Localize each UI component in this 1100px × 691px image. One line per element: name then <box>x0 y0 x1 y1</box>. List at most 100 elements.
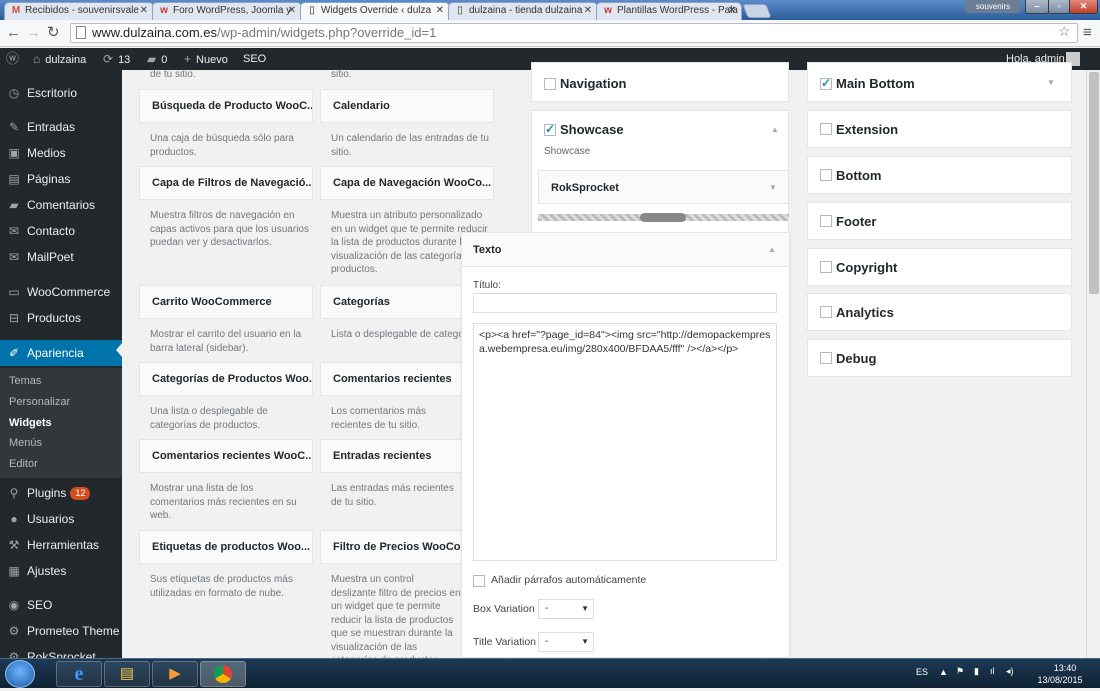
widget-comentarios-woo[interactable]: Comentarios recientes WooC... <box>139 439 313 473</box>
submenu-widgets[interactable]: Widgets <box>9 416 52 430</box>
widget-roksprocket[interactable]: RokSprocket ▼ <box>538 170 789 204</box>
volume-icon[interactable]: ◂) <box>1006 666 1014 677</box>
widget-texto-header[interactable]: Texto ▲ <box>462 233 789 267</box>
sidebar-item-plugins[interactable]: ⚲ Plugins 12 <box>0 481 122 505</box>
tab-gmail[interactable]: M Recibidos - souvenirsvale ✕ <box>4 2 154 20</box>
expand-down-icon[interactable]: ▼ <box>769 183 777 192</box>
language-indicator[interactable]: ES <box>916 667 928 678</box>
collapse-up-icon[interactable]: ▲ <box>768 245 776 254</box>
title-variation-select[interactable]: - ▼ <box>538 632 594 652</box>
sidebar-item-seo[interactable]: ◉ SEO <box>0 593 122 617</box>
widget-calendario[interactable]: Calendario <box>320 89 494 123</box>
sidebar-copyright[interactable]: Copyright <box>807 248 1072 286</box>
widget-etiquetas-productos[interactable]: Etiquetas de productos Woo... <box>139 530 313 564</box>
file-explorer-icon[interactable]: ▤ <box>104 661 150 687</box>
tab-foro[interactable]: w Foro WordPress, Joomla y ✕ <box>152 2 302 20</box>
media-player-icon[interactable]: ▶ <box>152 661 198 687</box>
sidebar-bottom[interactable]: Bottom <box>807 156 1072 194</box>
new-tab-button[interactable] <box>742 4 772 18</box>
action-center-flag-icon[interactable]: ⚑ <box>956 666 964 677</box>
bottom-checkbox[interactable] <box>820 169 832 181</box>
content-textarea[interactable]: <p><a href="?page_id=84"><img src="http:… <box>473 323 777 561</box>
copyright-checkbox[interactable] <box>820 261 832 273</box>
forward-icon[interactable]: → <box>26 24 41 42</box>
sidebar-analytics[interactable]: Analytics <box>807 293 1072 331</box>
close-tab-icon[interactable]: ✕ <box>288 3 296 19</box>
close-tab-icon[interactable]: ✕ <box>140 3 148 19</box>
sidebar-main-bottom[interactable]: Main Bottom ▼ <box>807 62 1072 102</box>
wordpress-logo-icon[interactable]: ⓦ <box>6 48 19 70</box>
analytics-checkbox[interactable] <box>820 306 832 318</box>
widget-texto[interactable]: Texto ▲ Título: <p><a href="?page_id=84"… <box>461 232 790 658</box>
back-icon[interactable]: ← <box>6 24 21 42</box>
widget-capa-filtros[interactable]: Capa de Filtros de Navegació... <box>139 166 313 200</box>
autop-checkbox[interactable] <box>473 575 485 587</box>
tab-plantillas[interactable]: w Plantillas WordPress - Pala ✕ <box>596 2 742 20</box>
sidebar-item-woocommerce[interactable]: ▭ WooCommerce <box>0 280 122 304</box>
site-name-link[interactable]: ⌂ dulzaina <box>33 48 86 71</box>
chrome-icon[interactable] <box>200 661 246 687</box>
tab-dulzaina[interactable]: ▯ dulzaina - tienda dulzaina ✕ <box>448 2 598 20</box>
drag-handle[interactable] <box>640 213 686 222</box>
close-tab-icon[interactable]: ✕ <box>728 3 736 19</box>
maximize-icon[interactable]: ▫ <box>1048 0 1070 14</box>
submenu-personalizar[interactable]: Personalizar <box>9 395 70 409</box>
profile-button[interactable]: souvenirs <box>965 0 1021 13</box>
updates-link[interactable]: ⟳ 13 <box>103 48 130 71</box>
sidebar-item-entradas[interactable]: ✎ Entradas <box>0 115 122 139</box>
debug-checkbox[interactable] <box>820 352 832 364</box>
sidebar-item-herramientas[interactable]: ⚒ Herramientas <box>0 533 122 557</box>
clock-time[interactable]: 13:40 <box>1047 663 1083 674</box>
widget-categorias-productos[interactable]: Categorías de Productos Woo... <box>139 362 313 396</box>
page-info-icon[interactable] <box>76 26 86 39</box>
close-window-icon[interactable]: ✕ <box>1069 0 1098 14</box>
reload-icon[interactable]: ↻ <box>47 24 60 42</box>
internet-explorer-icon[interactable]: e <box>56 661 102 687</box>
sidebar-item-paginas[interactable]: ▤ Páginas <box>0 167 122 191</box>
sidebar-extension[interactable]: Extension <box>807 110 1072 148</box>
page-scrollbar[interactable] <box>1086 70 1100 658</box>
sidebar-footer[interactable]: Footer <box>807 202 1072 240</box>
close-tab-icon[interactable]: ✕ <box>584 3 592 19</box>
bookmark-star-icon[interactable]: ☆ <box>1058 23 1071 40</box>
sidebar-item-contacto[interactable]: ✉ Contacto <box>0 219 122 243</box>
scrollbar-thumb[interactable] <box>1089 72 1099 294</box>
sidebar-item-medios[interactable]: ▣ Medios <box>0 141 122 165</box>
sidebar-item-comentarios[interactable]: ▰ Comentarios <box>0 193 122 217</box>
sidebar-item-mailpoet[interactable]: ✉ MailPoet <box>0 245 122 269</box>
sidebar-item-escritorio[interactable]: ◷ Escritorio <box>0 81 122 105</box>
sidebar-debug[interactable]: Debug <box>807 339 1072 377</box>
collapse-up-icon[interactable]: ▲ <box>771 125 779 134</box>
submenu-editor[interactable]: Editor <box>9 457 38 471</box>
submenu-temas[interactable]: Temas <box>9 374 41 388</box>
footer-checkbox[interactable] <box>820 215 832 227</box>
tab-widgets-override[interactable]: ▯ Widgets Override ‹ dulza ✕ <box>300 2 450 21</box>
main-bottom-checkbox[interactable] <box>820 76 832 90</box>
extension-checkbox[interactable] <box>820 123 832 135</box>
showcase-checkbox[interactable] <box>544 122 556 136</box>
sidebar-item-ajustes[interactable]: ▦ Ajustes <box>0 559 122 583</box>
start-button[interactable] <box>5 660 35 688</box>
widget-carrito[interactable]: Carrito WooCommerce <box>139 285 313 319</box>
title-input[interactable] <box>473 293 777 313</box>
submenu-menus[interactable]: Menús <box>9 436 42 450</box>
seo-link[interactable]: SEO <box>243 48 266 70</box>
sidebar-navigation[interactable]: Navigation <box>531 62 789 102</box>
sidebar-item-roksprocket[interactable]: ⚙ RokSprocket <box>0 645 122 658</box>
sidebar-item-apariencia[interactable]: ✐ Apariencia <box>0 340 122 366</box>
sidebar-item-usuarios[interactable]: ● Usuarios <box>0 507 122 531</box>
show-hidden-icons-icon[interactable]: ▲ <box>939 667 948 678</box>
url-input[interactable]: www.dulzaina.com.es/wp-admin/widgets.php… <box>70 23 1078 43</box>
expand-down-icon[interactable]: ▼ <box>1047 78 1055 87</box>
close-tab-icon[interactable]: ✕ <box>436 3 444 19</box>
browser-menu-icon[interactable]: ≡ <box>1083 24 1092 41</box>
sidebar-item-prometeo-theme[interactable]: ⚙ Prometeo Theme <box>0 619 122 643</box>
minimize-icon[interactable]: – <box>1025 0 1049 14</box>
power-icon[interactable]: ▮ <box>974 666 979 677</box>
clock-date[interactable]: 13/08/2015 <box>1035 675 1085 686</box>
navigation-checkbox[interactable] <box>544 78 556 90</box>
widget-busqueda-producto[interactable]: Búsqueda de Producto WooC... <box>139 89 313 123</box>
box-variation-select[interactable]: - ▼ <box>538 599 594 619</box>
network-signal-icon[interactable]: ıl <box>990 666 995 677</box>
sidebar-item-productos[interactable]: ⊟ Productos <box>0 306 122 330</box>
